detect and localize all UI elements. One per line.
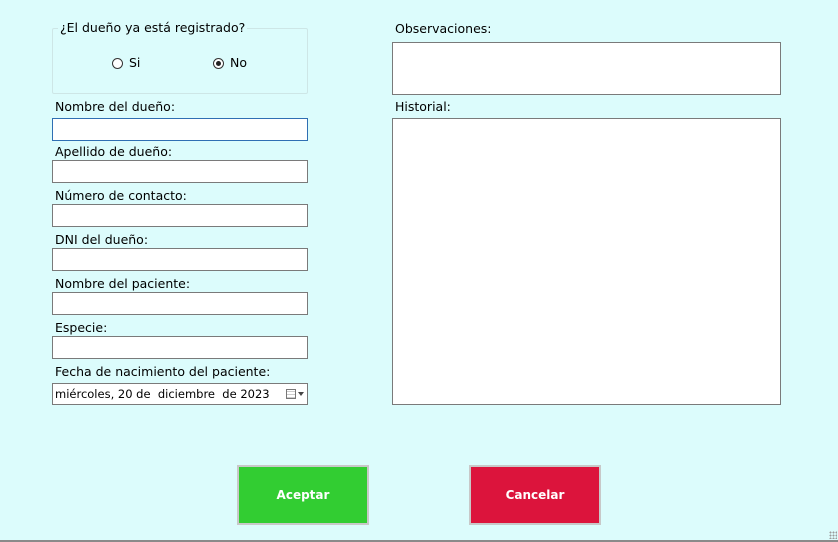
patient-name-label: Nombre del paciente: — [55, 276, 191, 291]
birth-date-value: miércoles, 20 de diciembre de 2023 — [55, 387, 270, 401]
contact-number-label: Número de contacto: — [55, 188, 187, 203]
radio-si[interactable]: Si — [112, 55, 140, 71]
history-textarea[interactable] — [392, 118, 781, 405]
birth-date-picker[interactable]: miércoles, 20 de diciembre de 2023 — [52, 383, 308, 405]
radio-no-label: No — [230, 55, 247, 70]
observations-label: Observaciones: — [395, 21, 492, 36]
owner-surname-input[interactable] — [52, 160, 308, 183]
patient-name-input[interactable] — [52, 292, 308, 315]
owner-dni-label: DNI del dueño: — [55, 232, 149, 247]
owner-registered-legend: ¿El dueño ya está registrado? — [58, 20, 248, 36]
contact-number-input[interactable] — [52, 204, 308, 227]
cancel-button[interactable]: Cancelar — [469, 465, 601, 525]
radio-no[interactable]: No — [213, 55, 247, 71]
calendar-icon — [286, 389, 296, 399]
radio-no-circle[interactable] — [213, 57, 224, 69]
radio-si-circle[interactable] — [112, 57, 123, 69]
chevron-down-icon — [298, 392, 304, 396]
owner-name-input[interactable] — [52, 118, 308, 141]
radio-no-checked-dot — [216, 60, 221, 66]
owner-surname-label: Apellido de dueño: — [55, 144, 173, 159]
birth-date-label: Fecha de nacimiento del paciente: — [55, 364, 271, 379]
owner-name-label: Nombre del dueño: — [55, 99, 176, 114]
history-label: Historial: — [395, 99, 451, 114]
radio-si-label: Si — [129, 55, 141, 70]
owner-dni-input[interactable] — [52, 248, 308, 271]
accept-button[interactable]: Aceptar — [237, 465, 369, 525]
observations-textarea[interactable] — [392, 42, 781, 95]
owner-registered-group — [52, 28, 308, 94]
species-input[interactable] — [52, 336, 308, 359]
calendar-dropdown-button[interactable] — [286, 389, 304, 399]
species-label: Especie: — [55, 320, 108, 335]
resize-grip-icon[interactable] — [829, 531, 837, 539]
